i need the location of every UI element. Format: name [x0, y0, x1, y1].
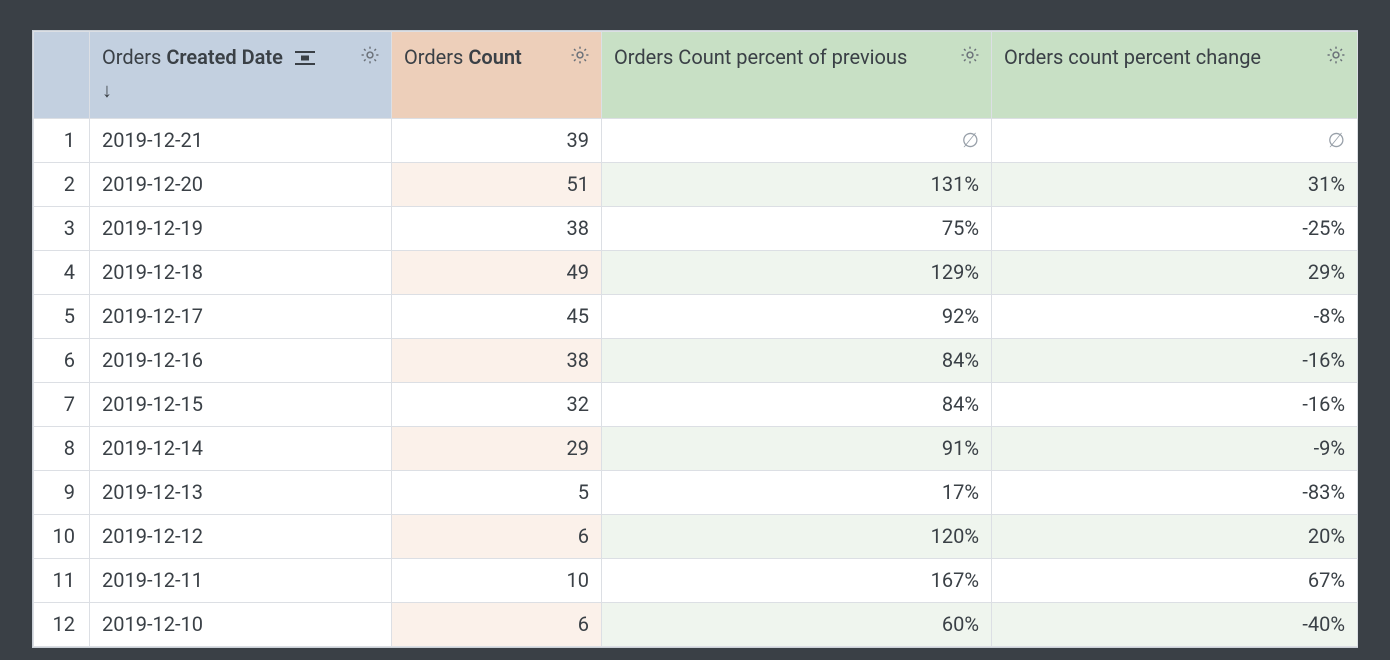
row-number-cell[interactable]: 1: [34, 119, 90, 163]
cell-percent-change[interactable]: -83%: [992, 471, 1358, 515]
row-number-cell[interactable]: 6: [34, 339, 90, 383]
table-row: 112019-12-1110167%67%: [34, 559, 1358, 603]
row-number-cell[interactable]: 10: [34, 515, 90, 559]
cell-percent-of-previous[interactable]: 131%: [602, 163, 992, 207]
cell-count[interactable]: 6: [392, 603, 602, 647]
null-value-icon: ∅: [962, 128, 979, 152]
row-number-cell[interactable]: 3: [34, 207, 90, 251]
header-field-label: Count: [468, 45, 521, 69]
cell-created-date[interactable]: 2019-12-12: [90, 515, 392, 559]
cell-percent-change[interactable]: -25%: [992, 207, 1358, 251]
table-row: 92019-12-13517%-83%: [34, 471, 1358, 515]
cell-count[interactable]: 39: [392, 119, 602, 163]
cell-count[interactable]: 49: [392, 251, 602, 295]
table-row: 102019-12-126120%20%: [34, 515, 1358, 559]
table-header-row: Orders Created Date ↓: [34, 32, 1358, 119]
cell-created-date[interactable]: 2019-12-19: [90, 207, 392, 251]
header-label: Orders count percent change: [1004, 45, 1291, 69]
cell-count[interactable]: 38: [392, 207, 602, 251]
column-header-percent-of-previous[interactable]: Orders Count percent of previous: [602, 32, 992, 119]
header-group-label: Orders: [404, 45, 463, 69]
cell-created-date[interactable]: 2019-12-20: [90, 163, 392, 207]
cell-percent-change[interactable]: 31%: [992, 163, 1358, 207]
row-number-cell[interactable]: 5: [34, 295, 90, 339]
cell-percent-change[interactable]: ∅: [992, 119, 1358, 163]
cell-created-date[interactable]: 2019-12-11: [90, 559, 392, 603]
cell-created-date[interactable]: 2019-12-17: [90, 295, 392, 339]
column-header-count[interactable]: Orders Count: [392, 32, 602, 119]
cell-created-date[interactable]: 2019-12-18: [90, 251, 392, 295]
cell-percent-change[interactable]: -8%: [992, 295, 1358, 339]
cell-percent-of-previous[interactable]: ∅: [602, 119, 992, 163]
cell-percent-of-previous[interactable]: 75%: [602, 207, 992, 251]
cell-created-date[interactable]: 2019-12-15: [90, 383, 392, 427]
cell-percent-of-previous[interactable]: 91%: [602, 427, 992, 471]
cell-percent-change[interactable]: -9%: [992, 427, 1358, 471]
table-row: 12019-12-2139 ∅ ∅: [34, 119, 1358, 163]
cell-percent-change[interactable]: -40%: [992, 603, 1358, 647]
table-row: 22019-12-2051131%31%: [34, 163, 1358, 207]
data-table-frame: Orders Created Date ↓: [32, 30, 1358, 648]
cell-percent-of-previous[interactable]: 84%: [602, 339, 992, 383]
sort-desc-icon: ↓: [102, 77, 379, 104]
cell-count[interactable]: 5: [392, 471, 602, 515]
cell-percent-of-previous[interactable]: 60%: [602, 603, 992, 647]
data-table: Orders Created Date ↓: [33, 31, 1358, 647]
row-number-header: [34, 32, 90, 119]
null-value-icon: ∅: [1328, 128, 1345, 152]
header-group-label: Orders: [102, 45, 161, 69]
cell-percent-of-previous[interactable]: 17%: [602, 471, 992, 515]
cell-created-date[interactable]: 2019-12-10: [90, 603, 392, 647]
row-number-cell[interactable]: 2: [34, 163, 90, 207]
table-row: 52019-12-174592%-8%: [34, 295, 1358, 339]
cell-count[interactable]: 29: [392, 427, 602, 471]
cell-count[interactable]: 6: [392, 515, 602, 559]
cell-percent-of-previous[interactable]: 120%: [602, 515, 992, 559]
gear-icon[interactable]: [359, 44, 381, 66]
row-number-cell[interactable]: 12: [34, 603, 90, 647]
cell-count[interactable]: 32: [392, 383, 602, 427]
cell-percent-change[interactable]: -16%: [992, 383, 1358, 427]
cell-created-date[interactable]: 2019-12-14: [90, 427, 392, 471]
gear-icon[interactable]: [1325, 44, 1347, 66]
cell-percent-change[interactable]: 29%: [992, 251, 1358, 295]
table-row: 32019-12-193875%-25%: [34, 207, 1358, 251]
cell-percent-change[interactable]: -16%: [992, 339, 1358, 383]
cell-percent-of-previous[interactable]: 92%: [602, 295, 992, 339]
cell-count[interactable]: 51: [392, 163, 602, 207]
table-row: 82019-12-142991%-9%: [34, 427, 1358, 471]
header-label: Orders Count percent of previous: [614, 45, 937, 69]
table-row: 122019-12-10660%-40%: [34, 603, 1358, 647]
table-body: 12019-12-2139∅∅22019-12-2051131%31%32019…: [34, 119, 1358, 647]
row-number-cell[interactable]: 8: [34, 427, 90, 471]
cell-created-date[interactable]: 2019-12-21: [90, 119, 392, 163]
header-field-label: Created Date: [166, 45, 283, 69]
cell-percent-of-previous[interactable]: 84%: [602, 383, 992, 427]
table-row: 62019-12-163884%-16%: [34, 339, 1358, 383]
cell-count[interactable]: 10: [392, 559, 602, 603]
column-header-created-date[interactable]: Orders Created Date ↓: [90, 32, 392, 119]
cell-count[interactable]: 45: [392, 295, 602, 339]
row-number-cell[interactable]: 4: [34, 251, 90, 295]
column-header-percent-change[interactable]: Orders count percent change: [992, 32, 1358, 119]
cell-created-date[interactable]: 2019-12-13: [90, 471, 392, 515]
row-number-cell[interactable]: 7: [34, 383, 90, 427]
row-number-cell[interactable]: 11: [34, 559, 90, 603]
gear-icon[interactable]: [959, 44, 981, 66]
cell-percent-change[interactable]: 67%: [992, 559, 1358, 603]
cell-count[interactable]: 38: [392, 339, 602, 383]
cell-percent-of-previous[interactable]: 129%: [602, 251, 992, 295]
cell-percent-change[interactable]: 20%: [992, 515, 1358, 559]
table-row: 72019-12-153284%-16%: [34, 383, 1358, 427]
gear-icon[interactable]: [569, 44, 591, 66]
pivot-icon: [294, 50, 316, 66]
row-number-cell[interactable]: 9: [34, 471, 90, 515]
cell-percent-of-previous[interactable]: 167%: [602, 559, 992, 603]
cell-created-date[interactable]: 2019-12-16: [90, 339, 392, 383]
table-row: 42019-12-1849129%29%: [34, 251, 1358, 295]
